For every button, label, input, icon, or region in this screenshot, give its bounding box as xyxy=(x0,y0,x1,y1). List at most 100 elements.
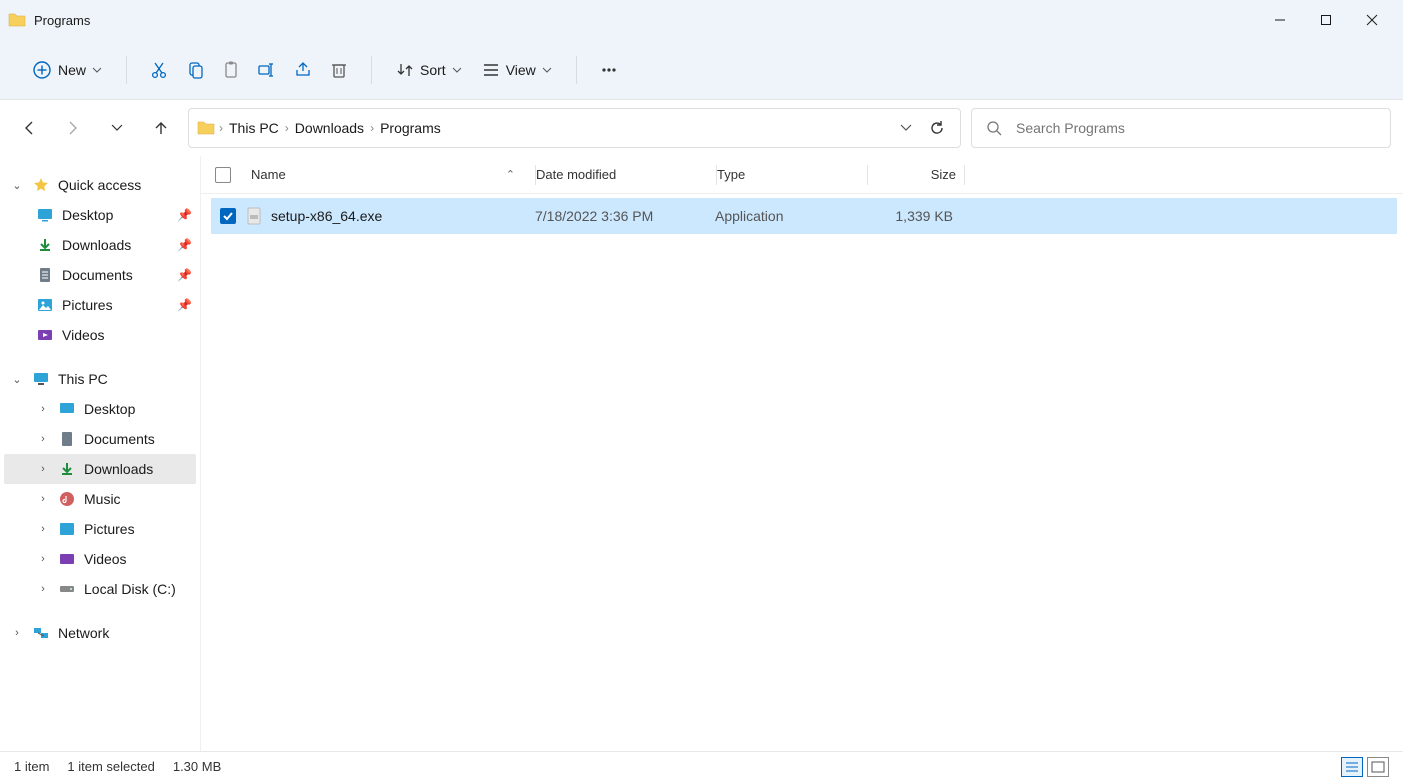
pictures-icon xyxy=(58,520,76,538)
chevron-down-icon[interactable] xyxy=(900,122,912,134)
close-button[interactable] xyxy=(1349,1,1395,39)
sidebar-item-documents[interactable]: Documents 📌 xyxy=(0,260,200,290)
chevron-down-icon xyxy=(542,65,552,75)
cut-button[interactable] xyxy=(143,54,175,86)
refresh-button[interactable] xyxy=(928,119,946,137)
download-icon xyxy=(58,460,76,478)
music-icon xyxy=(58,490,76,508)
status-selected-size: 1.30 MB xyxy=(173,759,221,774)
chevron-right-icon: › xyxy=(36,553,50,565)
copy-button[interactable] xyxy=(179,54,211,86)
window-title: Programs xyxy=(34,13,90,28)
status-bar: 1 item 1 item selected 1.30 MB xyxy=(0,751,1403,781)
chevron-down-icon: ⌄ xyxy=(10,373,24,386)
select-all-checkbox[interactable] xyxy=(201,167,245,183)
document-icon xyxy=(36,266,54,284)
chevron-right-icon: › xyxy=(219,121,223,135)
rename-button[interactable] xyxy=(251,54,283,86)
address-bar[interactable]: › This PC › Downloads › Programs xyxy=(188,108,961,148)
sidebar-item-this-pc[interactable]: ⌄ This PC xyxy=(0,364,200,394)
chevron-right-icon: › xyxy=(36,493,50,505)
video-icon xyxy=(58,550,76,568)
file-checkbox[interactable] xyxy=(211,208,245,224)
column-header-date[interactable]: Date modified xyxy=(536,167,716,182)
folder-icon xyxy=(197,119,215,137)
file-size: 1,339 KB xyxy=(865,208,961,224)
search-input[interactable] xyxy=(1016,120,1376,136)
recent-locations-button[interactable] xyxy=(100,111,134,145)
download-icon xyxy=(36,236,54,254)
pictures-icon xyxy=(36,296,54,314)
desktop-icon xyxy=(58,400,76,418)
sidebar-item-desktop[interactable]: Desktop 📌 xyxy=(0,200,200,230)
sidebar-item-pictures[interactable]: › Pictures xyxy=(0,514,200,544)
desktop-icon xyxy=(36,206,54,224)
status-selected-count: 1 item selected xyxy=(67,759,154,774)
chevron-right-icon: › xyxy=(36,523,50,535)
disk-icon xyxy=(58,580,76,598)
sidebar-item-downloads[interactable]: Downloads 📌 xyxy=(0,230,200,260)
sidebar-item-videos[interactable]: › Videos xyxy=(0,544,200,574)
folder-icon xyxy=(8,11,26,29)
thumbnails-view-button[interactable] xyxy=(1367,757,1389,777)
view-button[interactable]: View xyxy=(474,55,560,85)
minimize-button[interactable] xyxy=(1257,1,1303,39)
chevron-down-icon xyxy=(452,65,462,75)
forward-button[interactable] xyxy=(56,111,90,145)
pin-icon: 📌 xyxy=(177,268,192,282)
file-row[interactable]: setup-x86_64.exe 7/18/2022 3:36 PM Appli… xyxy=(211,198,1397,234)
exe-icon xyxy=(245,207,263,225)
sidebar-item-documents[interactable]: › Documents xyxy=(0,424,200,454)
breadcrumb-item[interactable]: Programs xyxy=(378,116,443,140)
file-date: 7/18/2022 3:36 PM xyxy=(535,208,715,224)
file-type: Application xyxy=(715,208,865,224)
toolbar-separator xyxy=(126,56,127,84)
document-icon xyxy=(58,430,76,448)
star-icon xyxy=(32,176,50,194)
more-button[interactable] xyxy=(593,54,625,86)
share-button[interactable] xyxy=(287,54,319,86)
search-box[interactable] xyxy=(971,108,1391,148)
sidebar-item-videos[interactable]: Videos xyxy=(0,320,200,350)
title-bar: Programs xyxy=(0,0,1403,40)
paste-button[interactable] xyxy=(215,54,247,86)
details-view-button[interactable] xyxy=(1341,757,1363,777)
sidebar-item-desktop[interactable]: › Desktop xyxy=(0,394,200,424)
navigation-row: › This PC › Downloads › Programs xyxy=(0,100,1403,156)
sidebar-item-pictures[interactable]: Pictures 📌 xyxy=(0,290,200,320)
pin-icon: 📌 xyxy=(177,238,192,252)
pin-icon: 📌 xyxy=(177,298,192,312)
new-button[interactable]: New xyxy=(24,54,110,86)
view-label: View xyxy=(506,62,536,78)
toolbar-separator xyxy=(576,56,577,84)
status-item-count: 1 item xyxy=(14,759,49,774)
sidebar-item-music[interactable]: › Music xyxy=(0,484,200,514)
chevron-right-icon: › xyxy=(285,121,289,135)
file-list-area: Name ⌃ Date modified Type Size setup-x86… xyxy=(200,156,1403,751)
network-icon xyxy=(32,624,50,642)
sort-ascending-icon: ⌃ xyxy=(506,168,515,181)
breadcrumb-item[interactable]: Downloads xyxy=(293,116,366,140)
chevron-right-icon: › xyxy=(370,121,374,135)
breadcrumb-item[interactable]: This PC xyxy=(227,116,281,140)
delete-button[interactable] xyxy=(323,54,355,86)
chevron-right-icon: › xyxy=(36,433,50,445)
sort-button[interactable]: Sort xyxy=(388,55,470,85)
column-header-size[interactable]: Size xyxy=(868,167,964,182)
sidebar-item-quick-access[interactable]: ⌄ Quick access xyxy=(0,170,200,200)
maximize-button[interactable] xyxy=(1303,1,1349,39)
sidebar-item-local-disk[interactable]: › Local Disk (C:) xyxy=(0,574,200,604)
chevron-right-icon: › xyxy=(36,583,50,595)
sort-label: Sort xyxy=(420,62,446,78)
column-header-type[interactable]: Type xyxy=(717,167,867,182)
sidebar-item-downloads[interactable]: › Downloads xyxy=(4,454,196,484)
file-name: setup-x86_64.exe xyxy=(271,208,382,224)
up-button[interactable] xyxy=(144,111,178,145)
pc-icon xyxy=(32,370,50,388)
toolbar: New Sort View xyxy=(0,40,1403,100)
column-header-name[interactable]: Name ⌃ xyxy=(245,167,535,182)
chevron-down-icon xyxy=(92,65,102,75)
back-button[interactable] xyxy=(12,111,46,145)
sidebar-item-network[interactable]: › Network xyxy=(0,618,200,648)
chevron-right-icon: › xyxy=(36,403,50,415)
